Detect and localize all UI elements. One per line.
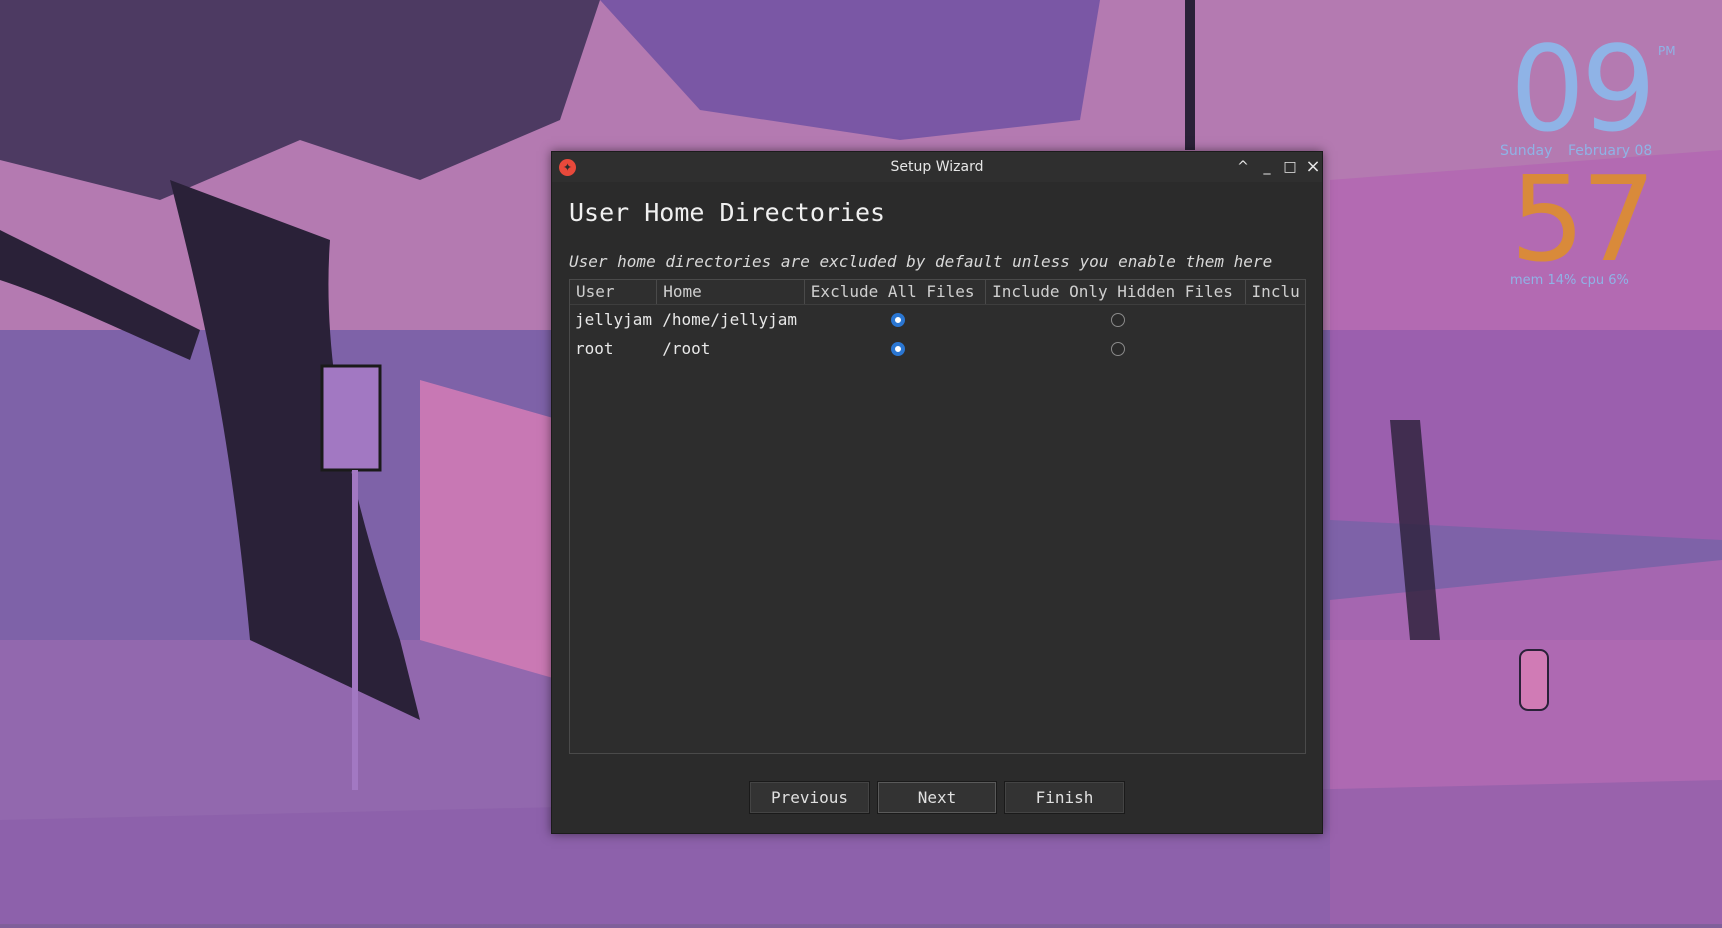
finish-button[interactable]: Finish [1004, 781, 1125, 814]
maximize-button[interactable]: □ [1280, 157, 1300, 177]
close-button[interactable]: × [1303, 157, 1323, 177]
chevron-up-icon: ^ [1237, 159, 1249, 175]
clock-minute: 57 [1510, 150, 1656, 288]
exclude-all-cell [805, 334, 986, 363]
page-title: User Home Directories [569, 198, 886, 227]
exclude-all-radio[interactable] [890, 312, 905, 327]
maximize-icon: □ [1283, 159, 1297, 175]
user-home-table[interactable]: User Home Exclude All Files Include Only… [569, 279, 1306, 754]
desktop-clock-widget: 09 PM Sunday February 08 57 mem 14% cpu … [1500, 30, 1710, 300]
wizard-button-bar: Previous Next Finish [552, 781, 1322, 814]
include-hidden-cell [986, 305, 1245, 334]
system-stats: mem 14% cpu 6% [1510, 273, 1629, 288]
table-row[interactable]: jellyjam /home/jellyjam [570, 305, 1305, 334]
table-header: User Home Exclude All Files Include Only… [570, 280, 1305, 305]
include-hidden-cell [986, 334, 1245, 363]
setup-wizard-window: ✦ Setup Wizard ^ _ □ × User Home Directo… [551, 151, 1323, 834]
exclude-all-cell [805, 305, 986, 334]
next-button[interactable]: Next [877, 781, 997, 814]
window-titlebar[interactable]: ✦ Setup Wizard ^ _ □ × [552, 152, 1322, 182]
include-cell [1246, 334, 1305, 363]
column-header-include-hidden[interactable]: Include Only Hidden Files [986, 280, 1246, 304]
page-description: User home directories are excluded by de… [569, 252, 1273, 271]
exclude-all-radio[interactable] [890, 341, 905, 356]
table-row[interactable]: root /root [570, 334, 1305, 363]
include-hidden-radio[interactable] [1111, 312, 1126, 327]
clock-ampm: PM [1658, 44, 1676, 58]
column-header-user[interactable]: User [570, 280, 658, 304]
window-title: Setup Wizard [890, 159, 984, 175]
column-header-home[interactable]: Home [657, 280, 805, 304]
previous-button[interactable]: Previous [749, 781, 870, 814]
include-cell [1246, 305, 1305, 334]
clock-hour: 09 [1510, 20, 1656, 158]
user-cell: root [575, 339, 614, 358]
user-cell: jellyjam [575, 310, 653, 329]
minimize-button[interactable]: _ [1257, 157, 1277, 177]
home-cell: /home/jellyjam [662, 310, 798, 329]
home-cell: /root [662, 339, 711, 358]
column-header-exclude-all[interactable]: Exclude All Files [805, 280, 987, 304]
minimize-icon: _ [1263, 159, 1271, 175]
column-header-include[interactable]: Inclu [1246, 280, 1305, 304]
include-hidden-radio[interactable] [1111, 341, 1126, 356]
close-icon: × [1305, 156, 1321, 177]
shade-window-button[interactable]: ^ [1233, 157, 1253, 177]
